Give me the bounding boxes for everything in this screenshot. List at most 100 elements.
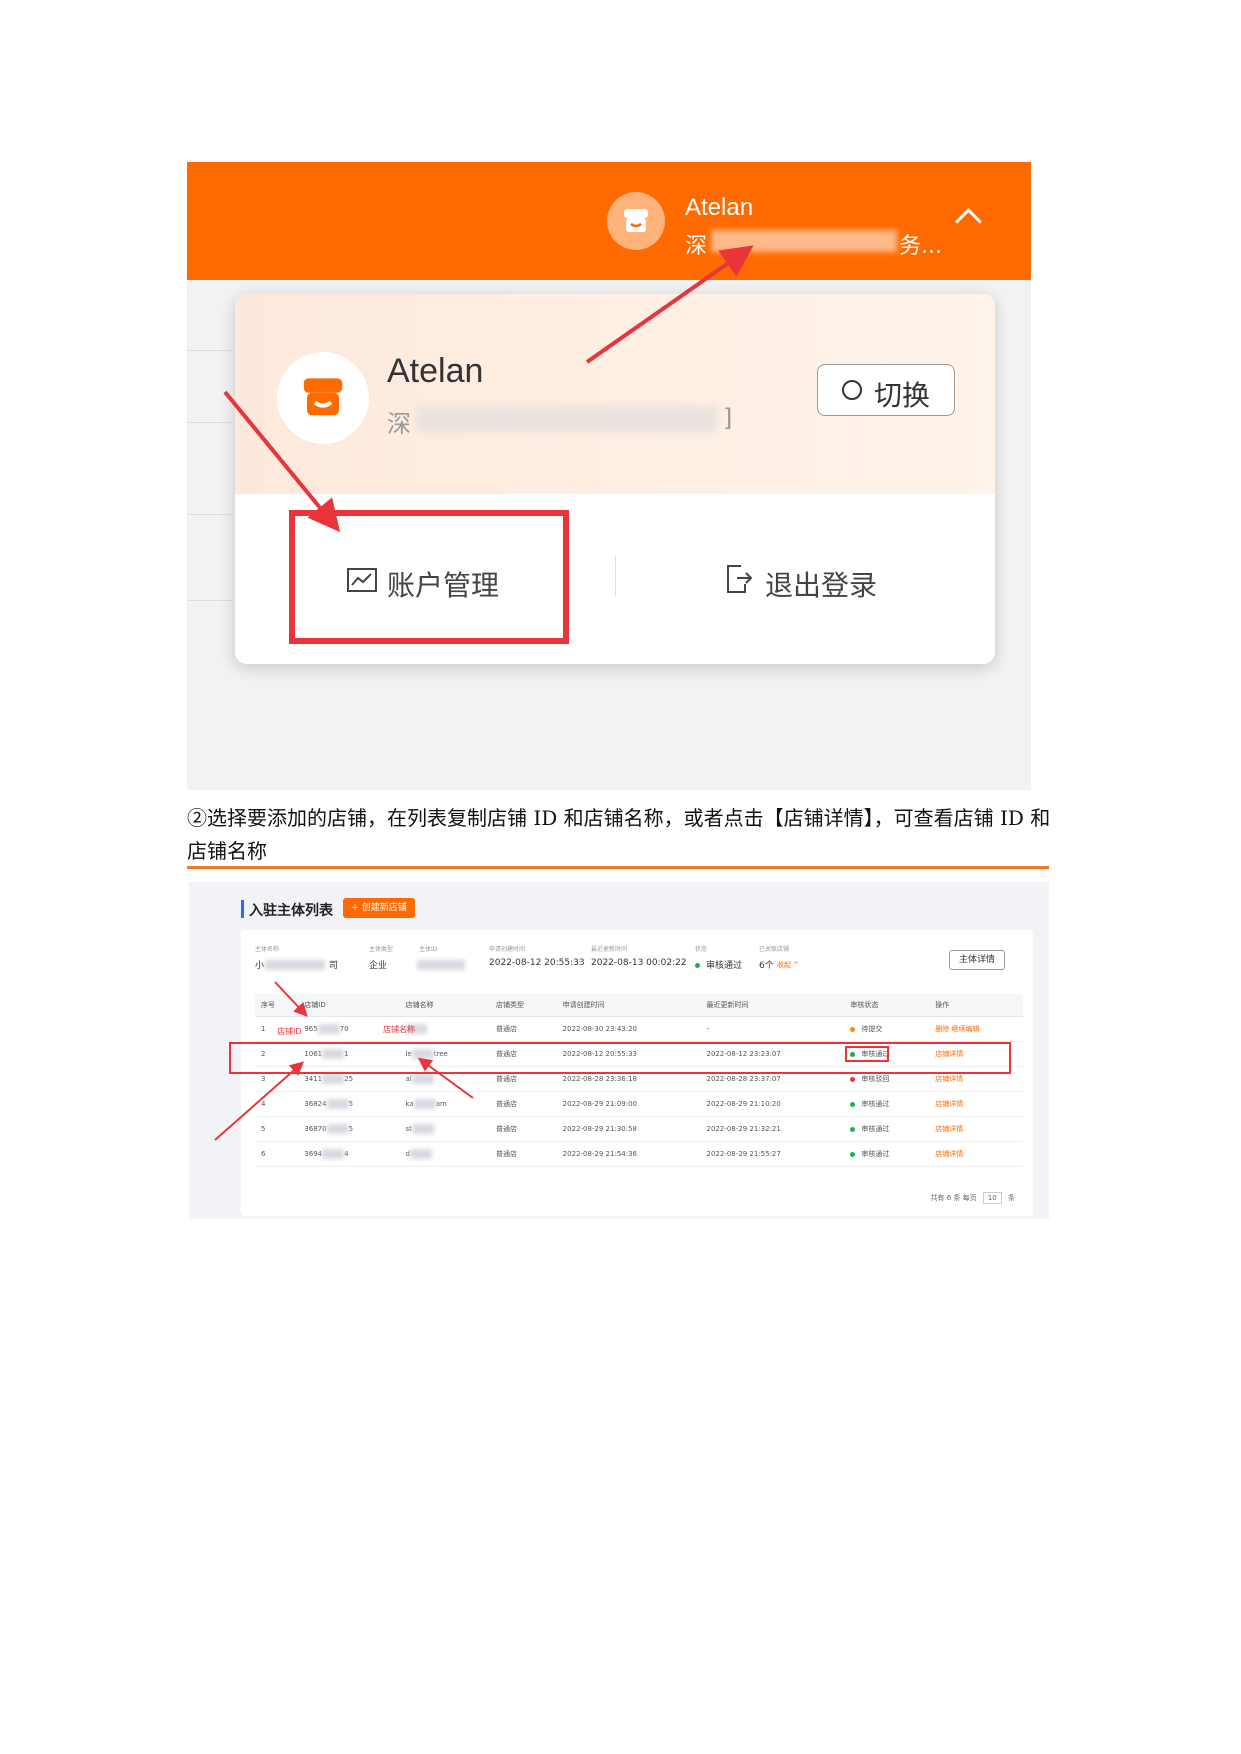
table-row: 4 36824 5 ka am 普通店 2022-08-29 21:09:00 2022-08…	[255, 1091, 1023, 1117]
redacted-id	[322, 1149, 345, 1159]
header-account-name[interactable]: Atelan	[685, 194, 753, 222]
status-dot	[850, 1101, 856, 1107]
table-row: 1 965 70 普通店 2022-08-30 23:43:20- 待提交 删除 继续编辑	[255, 1016, 1023, 1042]
highlight-row-box	[229, 1042, 1011, 1074]
divider	[187, 600, 233, 601]
col-header: 操作	[929, 994, 1023, 1017]
shop-id-part: 70	[339, 1025, 349, 1033]
shop-id-part: 36870	[304, 1125, 327, 1133]
header-company-suffix: 务...	[899, 234, 942, 259]
entity-name-prefix: 小	[255, 961, 265, 971]
section-divider	[187, 866, 1049, 869]
store-avatar-large	[277, 352, 369, 444]
card-company-suffix: ]	[723, 404, 733, 432]
status-dot	[850, 1076, 856, 1082]
entity-name-suffix: 司	[329, 961, 339, 971]
operation-cell: 店铺详情	[929, 1116, 1023, 1142]
store-icon	[303, 378, 343, 416]
chevron-up-icon[interactable]	[955, 208, 982, 235]
pagination: 共有 6 条 每页 10 条	[930, 1192, 1015, 1204]
highlight-detail-box	[845, 1046, 889, 1062]
shop-detail-link[interactable]: 店铺详情	[935, 1150, 963, 1158]
shop-detail-link[interactable]: 店铺详情	[935, 1125, 963, 1133]
redacted-id	[326, 1099, 349, 1109]
updated-cell: -	[700, 1016, 845, 1042]
created-cell: 2022-08-29 21:09:00	[556, 1091, 701, 1117]
shops-label: 已关联店铺	[759, 946, 790, 953]
shop-detail-link[interactable]: 删除 继续编辑	[935, 1025, 979, 1033]
highlight-box	[289, 510, 569, 644]
pager-total: 共有 6 条	[930, 1194, 961, 1202]
operation-cell: 店铺详情	[929, 1141, 1023, 1167]
shop-id-cell: 3694 4	[298, 1141, 400, 1167]
status-value: 审核通过	[695, 958, 742, 971]
shop-id-part: 965	[304, 1025, 318, 1033]
status-text: 审核通过	[706, 961, 743, 971]
shop-name-cell: d	[399, 1141, 491, 1167]
status-text: 审核通过	[861, 1125, 890, 1133]
row-number: 4	[255, 1091, 299, 1117]
shop-name-cell: ka am	[399, 1091, 491, 1117]
shop-detail-link[interactable]: 店铺详情	[935, 1100, 963, 1108]
redacted-name	[413, 1099, 436, 1109]
switch-icon	[842, 380, 862, 400]
redacted-id	[317, 1024, 340, 1034]
per-page-select[interactable]: 10	[982, 1192, 1002, 1204]
divider	[187, 514, 233, 515]
redacted-name	[411, 1074, 434, 1084]
store-avatar-small[interactable]	[607, 192, 665, 250]
shop-id-part: 3411	[304, 1075, 323, 1083]
shop-id-part: 5	[348, 1100, 354, 1108]
status-cell: 审核通过	[844, 1141, 930, 1167]
collapse-link[interactable]: 收起 ^	[777, 960, 799, 970]
shop-name-part: ka	[405, 1100, 414, 1108]
status-cell: 待提交	[844, 1016, 930, 1042]
shop-id-cell: 36824 5	[298, 1091, 400, 1117]
col-header: 店铺名称	[399, 994, 491, 1017]
col-header: 申请创建时间	[556, 994, 701, 1017]
menu-divider	[615, 556, 616, 596]
header-company-prefix: 深	[685, 234, 708, 259]
table-row: 6 3694 4 d 普通店 2022-08-29 21:54:36 2022-08-29 …	[255, 1141, 1023, 1167]
switch-account-button[interactable]: 切换	[817, 364, 955, 416]
redacted-id	[322, 1074, 345, 1084]
status-text: 审核通过	[861, 1150, 890, 1158]
shop-id-part: 4	[344, 1150, 349, 1158]
shop-id-part: 3694	[304, 1150, 323, 1158]
title-accent	[241, 900, 244, 918]
status-text: 审核通过	[861, 1100, 890, 1108]
page-title: 入驻主体列表	[249, 903, 333, 919]
shop-list-screenshot: 入驻主体列表 + 创建新店铺 主体名称 小 司 主体类型 企业 主体ID 申请创…	[189, 882, 1049, 1219]
created-value: 2022-08-12 20:55:33	[489, 958, 585, 968]
table-row: 5 36870 5 st 普通店 2022-08-29 21:30:58 2022-08-2…	[255, 1116, 1023, 1142]
annotation-shop-id: 店铺ID	[277, 1027, 302, 1036]
row-number: 6	[255, 1141, 299, 1167]
step-caption: ②选择要添加的店铺，在列表复制店铺 ID 和店铺名称，或者点击【店铺详情】，可查…	[187, 806, 1051, 863]
status-label: 状态	[695, 946, 708, 953]
redacted-name	[411, 1124, 434, 1134]
updated-cell: 2022-08-29 21:55:27	[700, 1141, 845, 1167]
shop-name-part: am	[435, 1100, 447, 1108]
top-header-bar: Atelan 深 务...	[187, 162, 1031, 280]
redacted-entity-name	[265, 960, 325, 970]
store-icon	[624, 209, 648, 232]
shop-detail-link[interactable]: 店铺详情	[935, 1075, 963, 1083]
shop-id-part: 5	[348, 1125, 354, 1133]
create-shop-button[interactable]: + 创建新店铺	[343, 898, 415, 918]
redacted-entity-id	[417, 960, 465, 970]
switch-label: 切换	[874, 379, 931, 412]
created-label: 申请创建时间	[489, 946, 526, 953]
shop-id-part: 36824	[304, 1100, 327, 1108]
logout-icon	[727, 565, 753, 593]
shop-type-cell: 普通店	[490, 1116, 557, 1142]
status-cell: 审核通过	[844, 1116, 930, 1142]
status-cell: 审核通过	[844, 1091, 930, 1117]
divider	[187, 422, 233, 423]
shop-type-cell: 普通店	[490, 1016, 557, 1042]
entity-id-label: 主体ID	[419, 946, 438, 953]
status-dot	[850, 1026, 856, 1032]
shops-value: 6个	[759, 961, 774, 971]
status-dot	[850, 1126, 856, 1132]
entity-detail-button[interactable]: 主体详情	[949, 950, 1005, 970]
logout-link[interactable]: 退出登录	[765, 564, 877, 604]
